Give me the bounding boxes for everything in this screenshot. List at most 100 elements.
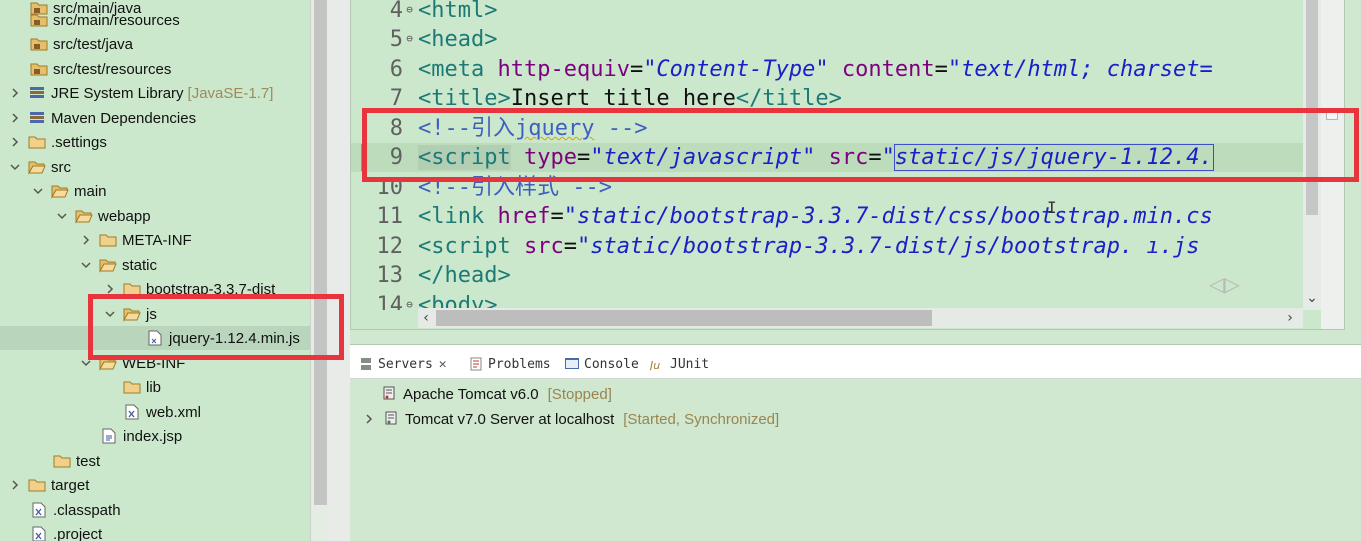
xml-file-icon (30, 526, 48, 541)
xml-file-icon (30, 502, 48, 518)
tree-item-jre-system-library[interactable]: JRE System Library [JavaSE-1.7] (0, 81, 310, 105)
jsp-file-icon (100, 428, 118, 444)
fold-collapse-icon[interactable]: ⊖ (404, 33, 415, 44)
explorer-scrollbar[interactable] (310, 0, 330, 541)
annotation-box-file (88, 294, 344, 360)
fold-collapse-icon[interactable]: ⊖ (404, 4, 415, 15)
line-number: 5 (389, 27, 403, 52)
chevron-down-icon[interactable] (55, 209, 69, 223)
source-folder-icon (30, 36, 48, 52)
panel-tab-bar: Servers ✕ Problems Console Ju JUnit (350, 345, 1361, 379)
close-icon[interactable]: ✕ (439, 357, 447, 372)
chevron-right-icon[interactable] (8, 111, 22, 125)
tree-item-test[interactable]: test (0, 449, 310, 473)
line-number: 14 (376, 293, 404, 310)
tree-item-src[interactable]: src (0, 155, 310, 179)
code-token: src (523, 234, 564, 259)
chevron-right-icon[interactable] (362, 412, 376, 426)
tree-item-settings[interactable]: .settings (0, 130, 310, 154)
junit-icon: Ju (650, 356, 666, 372)
folder-open-icon (28, 159, 46, 175)
tree-item-src-main-resources[interactable]: src/main/resources (0, 8, 310, 32)
tree-item-maven-dependencies[interactable]: Maven Dependencies (0, 106, 310, 130)
code-token: = (550, 204, 564, 229)
chevron-right-icon[interactable] (79, 233, 93, 247)
code-line[interactable]: 12 <script src="static/bootstrap-3.3.7-d… (351, 232, 1303, 261)
scroll-right-icon[interactable]: › (1282, 310, 1298, 326)
code-token: "static/bootstrap-3.3.7-dist/css/bootstr… (563, 204, 1213, 229)
folder-open-icon (99, 257, 117, 273)
source-folder-icon (30, 12, 48, 28)
tab-servers[interactable]: Servers ✕ (358, 353, 447, 375)
tree-item-src-test-resources[interactable]: src/test/resources (0, 57, 310, 81)
line-number: 11 (376, 204, 404, 229)
server-icon (380, 386, 398, 402)
code-token: </head> (418, 263, 511, 288)
tab-problems[interactable]: Problems (468, 353, 551, 375)
code-token: href (497, 204, 551, 229)
tree-item-static[interactable]: static (0, 253, 310, 277)
servers-panel: Servers ✕ Problems Console Ju JUnit Apac… (350, 344, 1361, 541)
line-number: 13 (376, 263, 404, 288)
view-separator (330, 0, 350, 541)
editor-horizontal-scrollbar[interactable]: ‹ › (418, 308, 1303, 328)
folder-icon (28, 134, 46, 150)
chevron-right-icon[interactable] (8, 86, 22, 100)
line-number: 4 (389, 0, 403, 23)
tree-item-target[interactable]: target (0, 473, 310, 497)
scroll-down-icon[interactable]: ⌄ (1304, 290, 1320, 306)
chevron-down-icon[interactable] (79, 258, 93, 272)
tree-item-classpath[interactable]: .classpath (0, 498, 310, 522)
code-token: "static/bootstrap-3.3.7-dist/js/bootstra… (576, 234, 1200, 259)
chevron-right-icon[interactable] (8, 135, 22, 149)
tree-item-lib[interactable]: lib (0, 375, 310, 399)
tree-item-web-xml[interactable]: web.xml (0, 400, 310, 424)
tree-item-project[interactable]: .project (0, 522, 310, 541)
code-token: http-equiv (497, 57, 630, 82)
fold-collapse-icon[interactable]: ⊖ (404, 299, 415, 310)
code-token: content (841, 57, 935, 82)
tab-junit[interactable]: Ju JUnit (650, 353, 709, 375)
folder-icon (53, 453, 71, 469)
tree-item-src-test-java[interactable]: src/test/java (0, 32, 310, 56)
server-item-tomcat6[interactable]: Apache Tomcat v6.0 [Stopped] (358, 382, 1258, 406)
source-folder-icon (30, 61, 48, 77)
servers-icon (358, 356, 374, 372)
code-line[interactable]: 4 ⊖ <html> (351, 0, 1303, 25)
tree-item-meta-inf[interactable]: META-INF (0, 228, 310, 252)
tab-console[interactable]: Console (564, 353, 639, 375)
scroll-left-icon[interactable]: ‹ (418, 310, 434, 326)
project-explorer: src/main/java src/main/resources src/tes… (0, 0, 310, 541)
code-line[interactable]: 5 ⊖ <head> (351, 25, 1303, 54)
tree-item-webapp[interactable]: webapp (0, 204, 310, 228)
line-number: 6 (389, 57, 403, 82)
code-line[interactable]: 13 </head> (351, 261, 1303, 290)
folder-icon (28, 477, 46, 493)
code-token: <script (418, 234, 511, 259)
code-line[interactable]: 6 <meta http-equiv="Content-Type" conten… (351, 55, 1303, 84)
folder-open-icon (51, 183, 69, 199)
nav-arrows-icon[interactable]: ◁▷ (1209, 272, 1240, 296)
editor-horizontal-scrollbar-thumb[interactable] (436, 310, 932, 326)
line-number: 12 (376, 234, 404, 259)
text-cursor-icon: I (1047, 198, 1057, 217)
xml-file-icon (123, 404, 141, 420)
code-token: <head> (418, 27, 498, 52)
explorer-scrollbar-thumb[interactable] (314, 0, 327, 505)
code-token: <meta (418, 57, 485, 82)
folder-open-icon (75, 208, 93, 224)
tree-item-main[interactable]: main (0, 179, 310, 203)
chevron-down-icon[interactable] (8, 160, 22, 174)
server-list: Apache Tomcat v6.0 [Stopped] Tomcat v7.0… (358, 379, 1361, 541)
chevron-right-icon[interactable] (8, 478, 22, 492)
chevron-down-icon[interactable] (31, 184, 45, 198)
tree-item-index-jsp[interactable]: index.jsp (0, 424, 310, 448)
server-icon (382, 411, 400, 427)
folder-icon (99, 232, 117, 248)
code-token: "Content-Type" (643, 57, 829, 82)
annotation-box-script-line (362, 108, 1359, 182)
code-token: = (563, 234, 577, 259)
library-icon (28, 85, 46, 101)
code-line[interactable]: 11 <link href="static/bootstrap-3.3.7-di… (351, 202, 1303, 231)
server-item-tomcat7[interactable]: Tomcat v7.0 Server at localhost [Started… (358, 407, 1258, 431)
